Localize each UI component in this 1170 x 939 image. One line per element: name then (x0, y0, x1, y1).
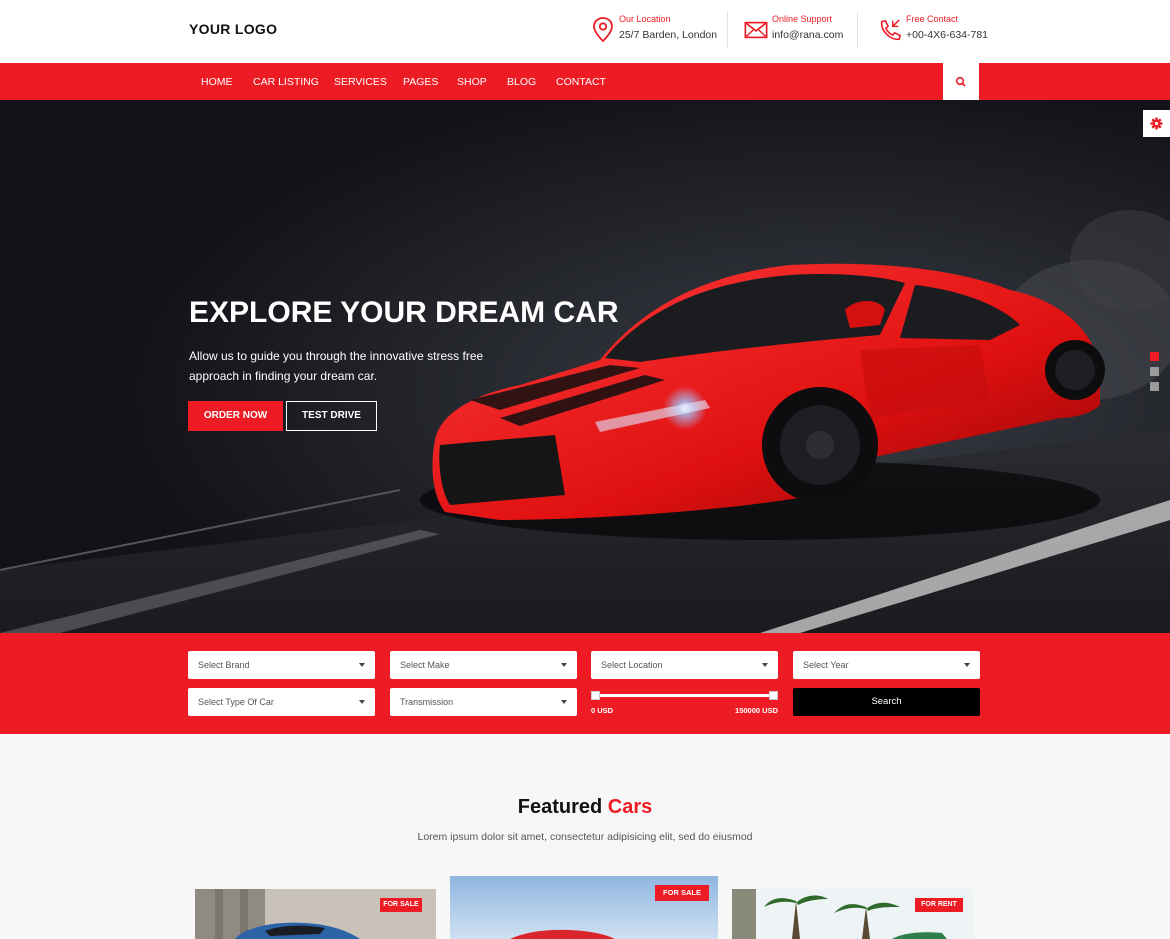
transmission-select-value: Transmission (400, 697, 454, 707)
caret-down-icon (359, 663, 365, 667)
top-header: YOUR LOGO Our Location 25/7 Barden, Lond… (0, 0, 1170, 63)
car-type-select[interactable]: Select Type Of Car (188, 688, 375, 716)
nav-services[interactable]: SERVICES (334, 76, 387, 88)
brand-select[interactable]: Select Brand (188, 651, 375, 679)
caret-down-icon (964, 663, 970, 667)
featured-title: Featured Cars (0, 796, 1170, 819)
hero-title: EXPLORE YOUR DREAM CAR (189, 296, 619, 329)
featured-subtitle: Lorem ipsum dolor sit amet, consectetur … (417, 831, 753, 843)
search-submit-button[interactable]: Search (793, 688, 980, 716)
caret-down-icon (561, 663, 567, 667)
nav-search-button[interactable] (943, 63, 979, 100)
map-pin-icon (593, 17, 613, 43)
nav-pages[interactable]: PAGES (403, 76, 438, 88)
slider-dot-3[interactable] (1150, 382, 1159, 391)
make-select[interactable]: Select Make (390, 651, 577, 679)
contact-phone-label: Free Contact (906, 14, 959, 24)
main-nav: HOME CAR LISTING SERVICES PAGES SHOP BLO… (0, 63, 1170, 100)
car-image (732, 889, 973, 939)
settings-button[interactable] (1143, 110, 1170, 137)
badge-for-rent: FOR RENT (915, 898, 963, 912)
contact-location-label: Our Location (619, 14, 671, 24)
car-card[interactable]: FOR SALE (450, 876, 718, 939)
order-now-button[interactable]: ORDER NOW (188, 401, 283, 431)
envelope-icon (744, 21, 768, 39)
slider-dot-2[interactable] (1150, 367, 1159, 376)
price-range-slider: 0 USD 150000 USD (591, 688, 778, 716)
badge-for-sale: FOR SALE (380, 898, 422, 912)
car-type-select-value: Select Type Of Car (198, 697, 274, 707)
transmission-select[interactable]: Transmission (390, 688, 577, 716)
search-filter-bar (0, 633, 1170, 734)
car-card[interactable]: FOR SALE (195, 889, 436, 939)
caret-down-icon (359, 700, 365, 704)
contact-support-value[interactable]: info@rana.com (772, 29, 843, 41)
location-select[interactable]: Select Location (591, 651, 778, 679)
price-max-label: 150000 USD (735, 706, 778, 715)
contact-support-label: Online Support (772, 14, 833, 24)
slider-pagination (1150, 352, 1159, 397)
slider-dot-1[interactable] (1150, 352, 1159, 361)
caret-down-icon (762, 663, 768, 667)
nav-car-listing[interactable]: CAR LISTING (253, 76, 319, 88)
brand-select-value: Select Brand (198, 660, 250, 670)
price-max-handle[interactable] (769, 691, 778, 700)
year-select-value: Select Year (803, 660, 849, 670)
divider (857, 12, 858, 48)
contact-location-value: 25/7 Barden, London (619, 29, 718, 41)
test-drive-button[interactable]: TEST DRIVE (286, 401, 377, 431)
site-logo[interactable]: YOUR LOGO (189, 21, 277, 37)
badge-for-sale: FOR SALE (655, 885, 709, 901)
gear-icon (1150, 117, 1163, 130)
featured-title-accent: Cars (607, 796, 653, 818)
search-icon (955, 76, 966, 87)
hero-subtitle: Allow us to guide you through the innova… (189, 349, 484, 383)
price-min-handle[interactable] (591, 691, 600, 700)
featured-title-main: Featured (517, 796, 603, 818)
price-min-label: 0 USD (591, 706, 614, 715)
nav-shop[interactable]: SHOP (457, 76, 487, 88)
car-image (195, 889, 436, 939)
divider (727, 12, 728, 48)
car-card[interactable]: FOR RENT (732, 889, 973, 939)
phone-icon (880, 19, 901, 41)
hero-banner: EXPLORE YOUR DREAM CAR Allow us to guide… (0, 100, 1170, 633)
hero-car-image (0, 100, 1170, 633)
contact-phone-value[interactable]: +00-4X6-634-781 (906, 29, 988, 41)
make-select-value: Select Make (400, 660, 450, 670)
nav-contact[interactable]: CONTACT (556, 76, 606, 88)
location-select-value: Select Location (601, 660, 663, 670)
nav-home[interactable]: HOME (201, 76, 233, 88)
year-select[interactable]: Select Year (793, 651, 980, 679)
nav-blog[interactable]: BLOG (507, 76, 536, 88)
caret-down-icon (561, 700, 567, 704)
price-range-track[interactable] (595, 694, 773, 697)
